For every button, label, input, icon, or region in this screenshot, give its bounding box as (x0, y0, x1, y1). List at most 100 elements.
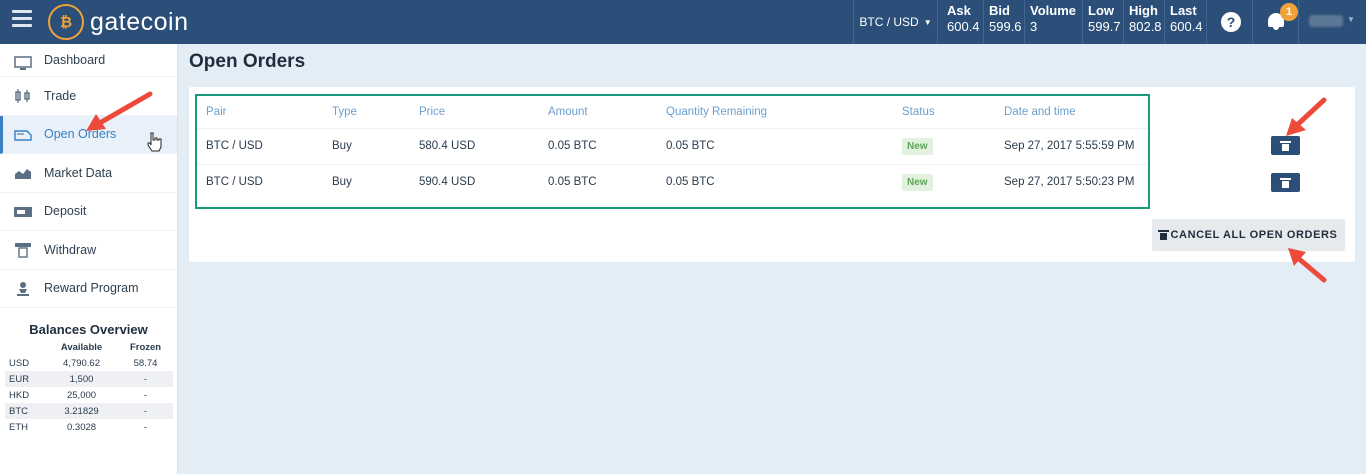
currency: USD (9, 357, 30, 369)
area-chart-icon (15, 169, 31, 179)
caret-down-icon: ▼ (923, 17, 932, 27)
column-header: Frozen (129, 342, 162, 353)
order-status-cell: New (893, 128, 995, 165)
available: 25,000 (66, 389, 97, 401)
cancel-order-button[interactable] (1271, 136, 1300, 155)
sidebar-item-label: Withdraw (44, 242, 97, 257)
frozen: - (143, 421, 148, 433)
frozen: 58.74 (133, 357, 158, 369)
available: 3.21829 (45, 403, 119, 419)
orders-highlight-box: Pair Type Price Amount Quantity Remainin… (195, 94, 1150, 209)
table-row: USD 4,790.62 58.74 (5, 355, 173, 371)
column-header[interactable]: Pair (197, 96, 323, 129)
avatar (1309, 15, 1343, 27)
column-header[interactable]: Amount (539, 96, 657, 129)
pair-selector-label: BTC / USD (859, 15, 919, 29)
cancel-order-button[interactable] (1271, 173, 1300, 192)
sidebar-item-reward-program[interactable]: Reward Program (0, 270, 177, 308)
order-price: 590.4 USD (419, 176, 476, 189)
currency: HKD (9, 389, 30, 401)
sidebar-item-label: Market Data (44, 165, 113, 180)
order-pair: BTC / USD (206, 176, 263, 189)
sidebar: Dashboard Trade Open Orders Market Data … (0, 44, 178, 474)
available: 4,790.62 (63, 357, 100, 369)
available: 0.3028 (66, 421, 97, 433)
stat-value: 599.6 (989, 19, 1022, 34)
logo-mark-icon: ₿ (48, 4, 84, 40)
sidebar-item-dashboard[interactable]: Dashboard (0, 44, 177, 77)
logo-text: gatecoin (90, 7, 189, 36)
available: 1,500 (45, 371, 119, 387)
logo[interactable]: ₿ gatecoin (48, 2, 189, 42)
pair-selector[interactable]: BTC / USD ▼ (853, 0, 938, 44)
sidebar-item-label: Dashboard (44, 53, 106, 67)
cancel-all-orders-button[interactable]: CANCEL ALL OPEN ORDERS (1152, 219, 1345, 251)
column-header: Available (60, 342, 103, 353)
status-badge: New (902, 173, 933, 191)
help-icon[interactable]: ? (1221, 12, 1241, 32)
frozen: - (118, 403, 173, 419)
hand-cursor-icon (147, 132, 162, 152)
column-header[interactable]: Date and time (995, 96, 1148, 129)
top-bar: ₿ gatecoin BTC / USD ▼ Ask 600.4 Bid 599… (0, 0, 1366, 44)
divider (983, 0, 984, 44)
deposit-icon (14, 206, 32, 217)
stat-label: Last (1170, 3, 1197, 18)
stat-low: Low 599.7 (1088, 3, 1121, 41)
currency: EUR (5, 371, 45, 387)
stat-value: 600.4 (947, 19, 980, 34)
sidebar-item-market-data[interactable]: Market Data (0, 154, 177, 193)
stat-ask: Ask 600.4 (947, 3, 980, 41)
trash-icon (1280, 140, 1291, 151)
column-header[interactable]: Status (893, 96, 995, 129)
sidebar-item-label: Deposit (44, 204, 87, 219)
sidebar-item-label: Trade (44, 88, 77, 103)
status-badge: New (902, 137, 933, 155)
column-header[interactable]: Price (410, 96, 539, 129)
order-status-cell: New (893, 164, 995, 200)
caret-down-icon: ▼ (1347, 15, 1355, 24)
hamburger-menu-icon[interactable] (12, 10, 32, 30)
table-row: BTC 3.21829 - (5, 403, 173, 419)
table-row: ETH 0.3028 - (5, 419, 173, 435)
column-header[interactable]: Type (323, 96, 410, 129)
stat-value: 3 (1030, 19, 1038, 34)
column-header[interactable]: Quantity Remaining (657, 96, 893, 129)
frozen: - (143, 389, 148, 401)
table-row: BTC / USD Buy 580.4 USD 0.05 BTC 0.05 BT… (197, 128, 1148, 165)
balances-title: Balances Overview (29, 322, 148, 337)
orders-icon (14, 129, 32, 141)
stat-label: Volume (1030, 3, 1076, 18)
stat-high: High 802.8 (1129, 3, 1162, 41)
notification-badge: 1 (1280, 3, 1298, 21)
stat-last: Last 600.4 (1170, 3, 1203, 41)
sidebar-item-withdraw[interactable]: Withdraw (0, 231, 177, 270)
order-datetime: Sep 27, 2017 5:55:59 PM (995, 128, 1148, 165)
sidebar-item-trade[interactable]: Trade (0, 77, 177, 116)
user-menu[interactable]: ▼ (1298, 0, 1366, 44)
stat-value: 600.4 (1170, 19, 1203, 34)
order-amount: 0.05 BTC (548, 176, 597, 189)
page-title: Open Orders (189, 51, 306, 72)
cancel-all-label: CANCEL ALL OPEN ORDERS (1170, 229, 1338, 241)
order-type: Buy (332, 176, 352, 189)
divider (1206, 0, 1207, 44)
orders-card: Pair Type Price Amount Quantity Remainin… (189, 87, 1355, 262)
table-row: EUR 1,500 - (5, 371, 173, 387)
stat-volume: Volume 3 (1030, 3, 1076, 41)
sidebar-item-deposit[interactable]: Deposit (0, 193, 177, 231)
divider (1252, 0, 1253, 44)
divider (1123, 0, 1124, 44)
order-pair: BTC / USD (197, 128, 323, 165)
stat-bid: Bid 599.6 (989, 3, 1022, 41)
reward-icon (17, 281, 29, 296)
trash-icon (1158, 230, 1170, 240)
divider (1082, 0, 1083, 44)
stat-label: Bid (989, 3, 1010, 18)
divider (1164, 0, 1165, 44)
stat-value: 599.7 (1088, 19, 1121, 34)
order-quantity-remaining: 0.05 BTC (657, 128, 893, 165)
divider (1024, 0, 1025, 44)
order-price: 580.4 USD (410, 128, 539, 165)
table-row: HKD 25,000 - (5, 387, 173, 403)
